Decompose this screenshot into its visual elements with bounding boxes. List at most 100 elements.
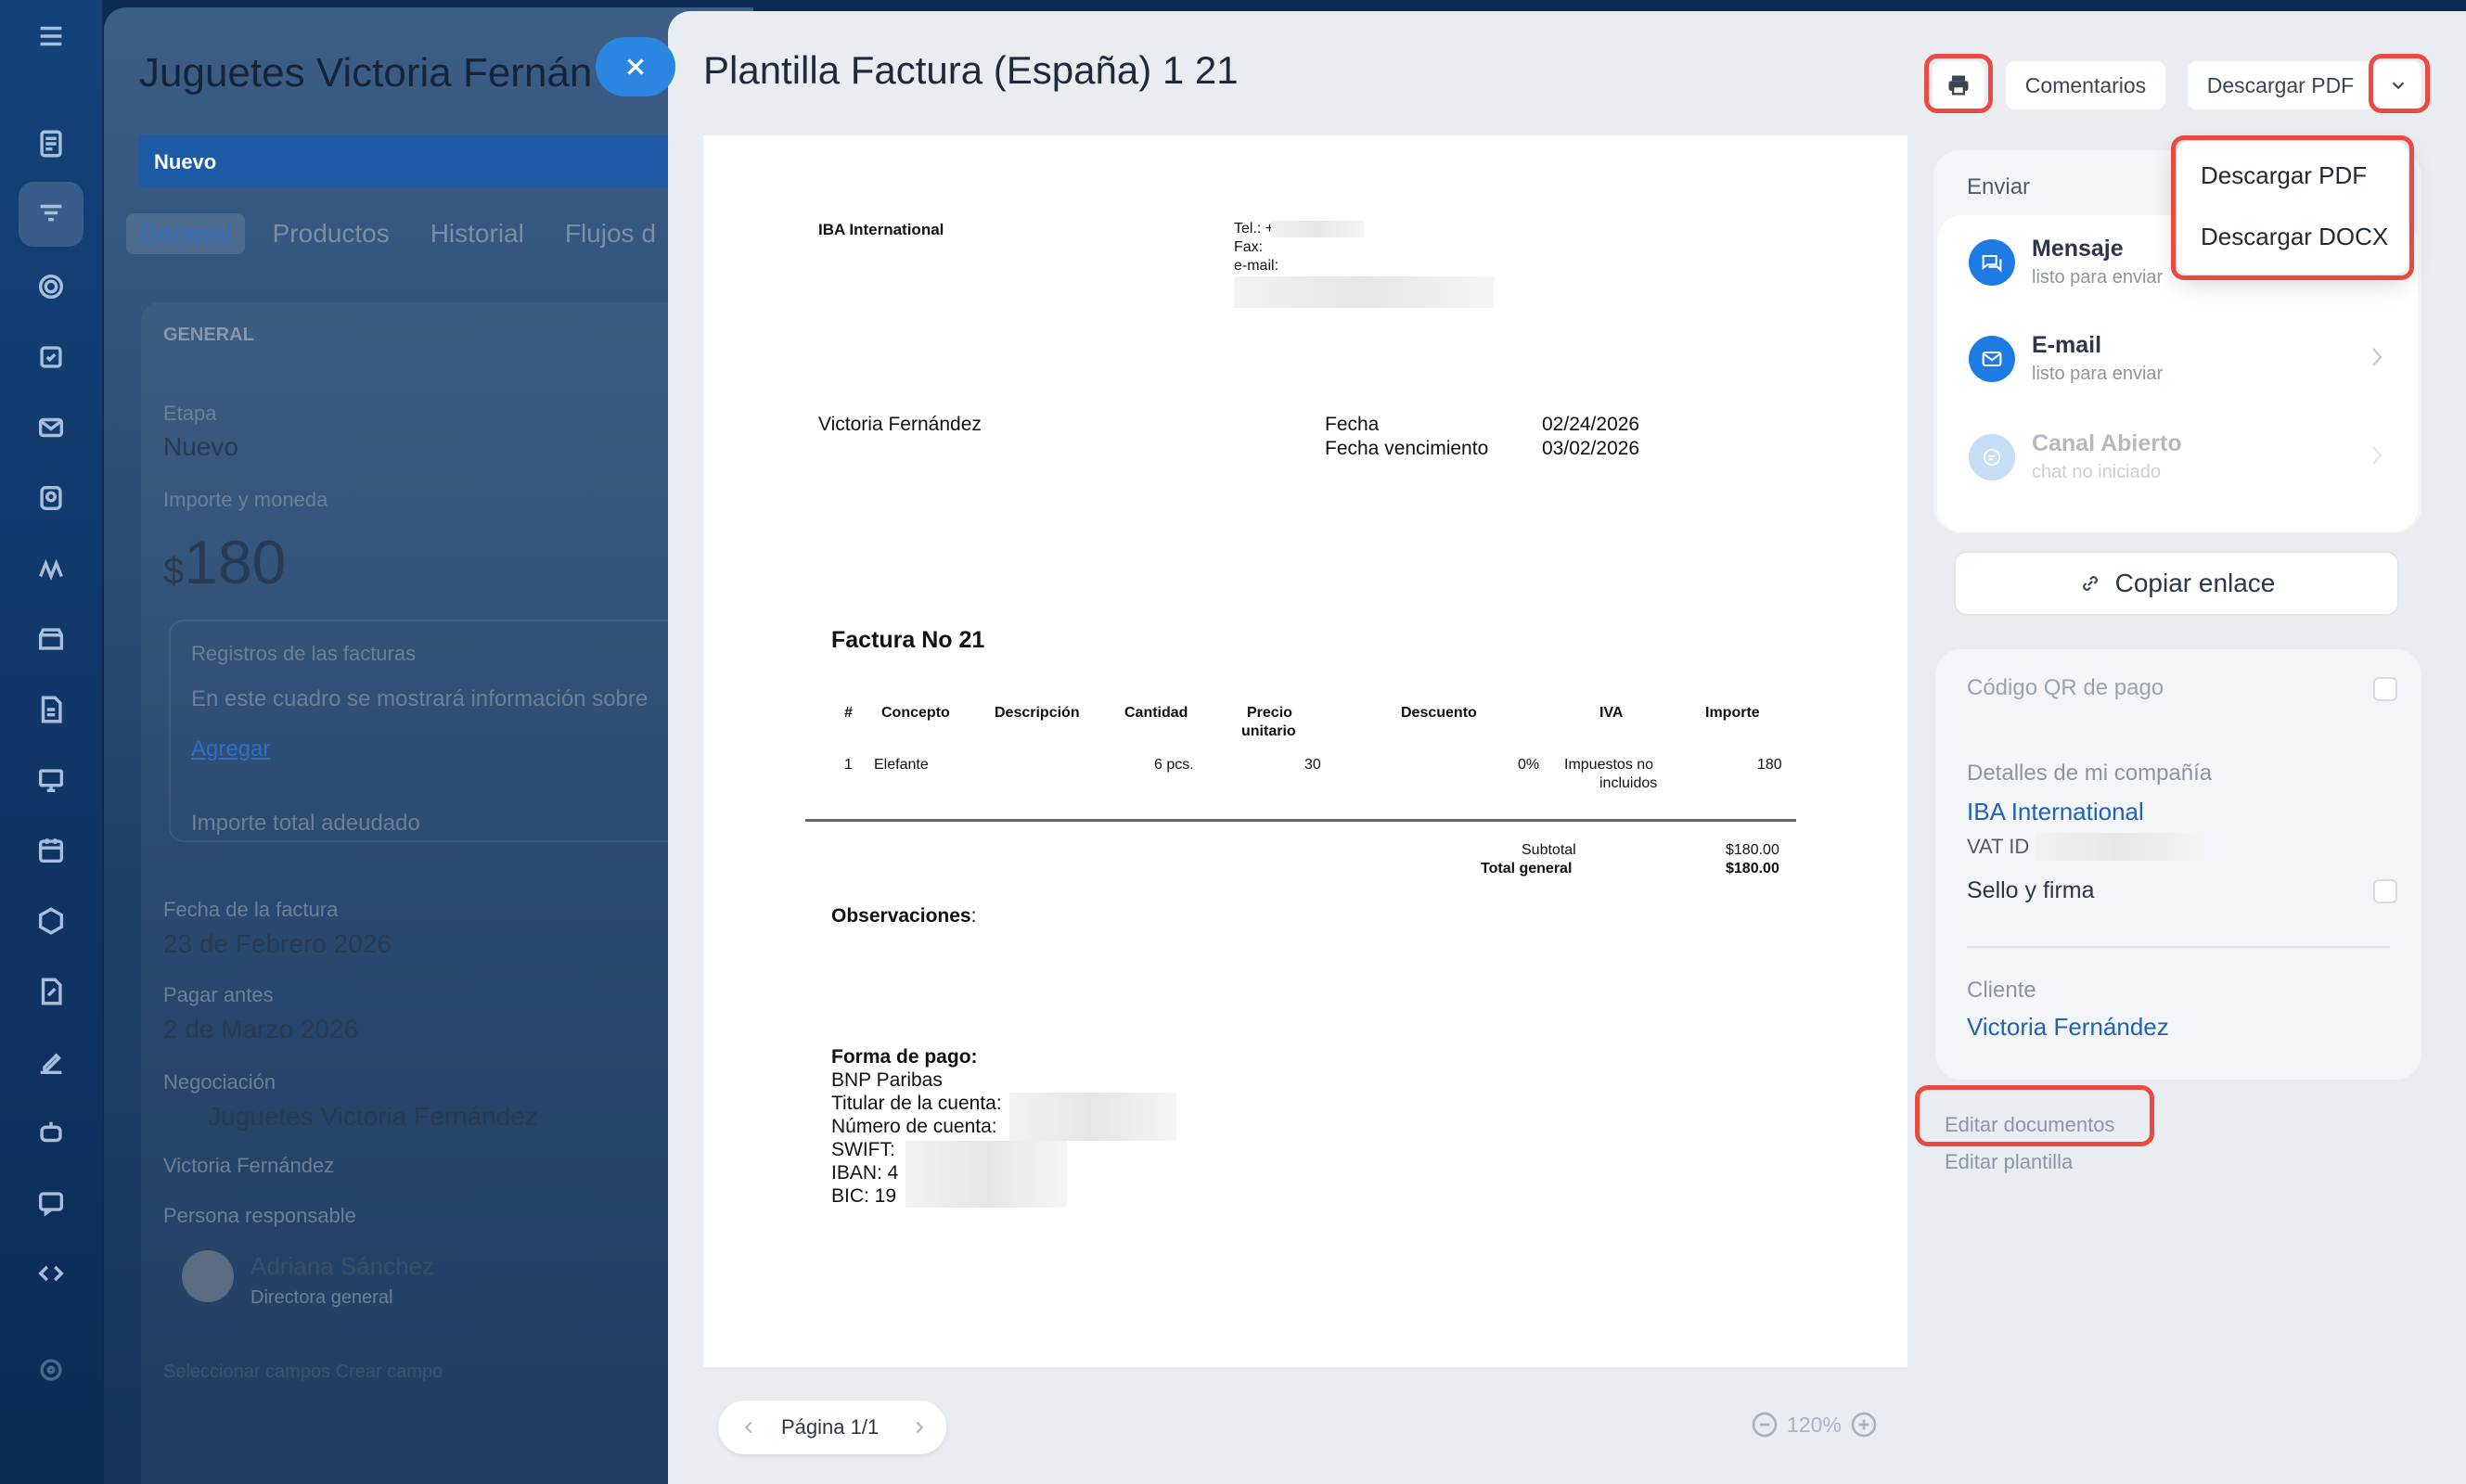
chevron-left-icon[interactable] [739, 1417, 759, 1438]
responsible-label: Persona responsable [163, 1204, 356, 1227]
col-concept: Concepto [881, 705, 950, 721]
observations: Observaciones: [831, 905, 977, 927]
row-discount: 0% [1518, 757, 1540, 773]
funnel-icon[interactable] [19, 182, 83, 247]
stage-value: Nuevo [163, 432, 238, 461]
store-icon[interactable] [28, 616, 74, 662]
invoices-hint: En este cuadro se mostrará información s… [191, 686, 649, 711]
download-pdf-button[interactable]: Descargar PDF [2188, 61, 2373, 109]
col-discount: Descuento [1401, 705, 1477, 721]
comments-button[interactable]: Comentarios [2006, 61, 2165, 109]
link-icon [2082, 576, 2098, 591]
invoice-date-label: Fecha de la factura [163, 898, 339, 921]
invoices-label: Registros de las facturas [191, 642, 417, 665]
invoice-number: Factura No 21 [831, 627, 985, 653]
tab-flows[interactable]: Flujos d [565, 219, 656, 249]
close-button[interactable] [596, 37, 675, 96]
client-value: Victoria Fernández [163, 1154, 335, 1177]
client-label: Cliente [1967, 978, 2036, 1003]
zoom-level: 120% [1787, 1412, 1842, 1437]
col-description: Descripción [995, 705, 1080, 721]
channel-message-name: Mensaje [2032, 236, 2124, 262]
add-link[interactable]: Agregar [191, 736, 270, 762]
edit-doc-icon[interactable] [28, 968, 74, 1015]
edit-template-link[interactable]: Editar plantilla [1945, 1150, 2073, 1174]
channel-open-status: chat no iniciado [2032, 462, 2161, 482]
mail-icon[interactable] [28, 404, 74, 451]
redacted-phone [1271, 221, 1364, 237]
channel-email-status: listo para enviar [2032, 364, 2164, 384]
avatar [182, 1250, 234, 1302]
channel-message-status: listo para enviar [2032, 267, 2164, 288]
tab-products[interactable]: Productos [273, 219, 390, 249]
vat-label: VAT ID [1967, 835, 2030, 858]
zoom-in-icon[interactable] [1849, 1410, 1879, 1439]
tab-history[interactable]: Historial [430, 219, 524, 249]
channel-email[interactable]: E-mail listo para enviar [1937, 312, 2420, 404]
copy-link-button[interactable]: Copiar enlace [1954, 551, 2399, 616]
stage-bar[interactable]: Nuevo [139, 135, 753, 187]
company-link[interactable]: IBA International [1967, 798, 2144, 826]
stage-label: Etapa [163, 402, 217, 425]
footer-links[interactable]: Seleccionar campos Crear campo [163, 1362, 443, 1383]
invoice-due-value: 03/02/2026 [1542, 438, 1640, 459]
account-holder: Titular de la cuenta: [831, 1093, 1002, 1114]
edit-documents-highlight [1915, 1085, 2154, 1146]
tab-general[interactable]: General [126, 213, 245, 254]
zoom-out-icon[interactable] [1750, 1410, 1779, 1439]
pay-before-label: Pagar antes [163, 983, 274, 1006]
chevron-right-icon[interactable] [909, 1417, 930, 1438]
row-price: 30 [1304, 757, 1321, 773]
bank-name: BNP Paribas [831, 1069, 943, 1091]
invoice-icon[interactable] [28, 686, 74, 733]
channel-open[interactable]: Canal Abierto chat no iniciado [1937, 410, 2420, 503]
invoice-preview: IBA International Tel.: +34 Fax: e-mail:… [703, 135, 1907, 1367]
invoice-date-value: 02/24/2026 [1542, 414, 1640, 435]
invoice-company: IBA International [818, 221, 944, 238]
deal-card: Juguetes Victoria Fernán Nuevo General P… [104, 7, 753, 1484]
subtotal-value: $180.00 [1726, 842, 1779, 858]
col-price: Precio [1247, 705, 1292, 721]
responsible-role: Directora general [250, 1287, 393, 1308]
chat-icon[interactable] [28, 1180, 74, 1226]
stamp-checkbox[interactable] [2373, 879, 2397, 903]
client-link[interactable]: Victoria Fernández [1967, 1013, 2169, 1042]
settings-icon[interactable] [28, 1347, 74, 1393]
stamp-label: Sello y firma [1967, 877, 2095, 903]
page-title: Plantilla Factura (España) 1 21 [703, 48, 1239, 92]
hexagon-icon[interactable] [28, 898, 74, 944]
subtotal-label: Subtotal [1522, 842, 1576, 858]
qr-checkbox[interactable] [2373, 677, 2397, 701]
robot-icon[interactable] [28, 1109, 74, 1156]
menu-icon[interactable] [28, 13, 74, 59]
document-icon[interactable] [28, 121, 74, 167]
calendar-icon[interactable] [28, 827, 74, 874]
left-rail [0, 0, 102, 1484]
analytics-icon[interactable] [28, 545, 74, 592]
invoice-due-label: Fecha vencimiento [1325, 438, 1489, 459]
row-vat-1: Impuestos no [1564, 757, 1654, 773]
target-icon[interactable] [28, 263, 74, 310]
contacts-icon[interactable] [28, 475, 74, 521]
account-number: Número de cuenta: [831, 1116, 997, 1137]
task-icon[interactable] [28, 334, 74, 380]
amount-value: $180 [163, 528, 287, 596]
menu-highlight [2171, 135, 2414, 280]
col-price-unit: unitario [1241, 723, 1296, 739]
presentation-icon[interactable] [28, 757, 74, 803]
dropdown-highlight [2369, 54, 2430, 113]
channel-open-name: Canal Abierto [2032, 430, 2182, 456]
row-vat-2: incluidos [1599, 775, 1658, 791]
total-label: Total general [1481, 861, 1573, 876]
responsible-name[interactable]: Adriana Sánchez [250, 1252, 434, 1281]
zoom-control: 120% [1750, 1410, 1879, 1439]
bic: BIC: 19 [831, 1185, 897, 1207]
deal-title: Juguetes Victoria Fernán [139, 50, 593, 96]
code-icon[interactable] [28, 1250, 74, 1297]
total-due: Importe total adeudado [191, 811, 420, 836]
deal-value[interactable]: Juguetes Victoria Fernández [208, 1102, 538, 1132]
pay-before-value: 2 de Marzo 2026 [163, 1015, 359, 1043]
channel-email-name: E-mail [2032, 332, 2102, 358]
sign-icon[interactable] [28, 1039, 74, 1085]
invoice-fax: Fax: [1234, 239, 1264, 255]
